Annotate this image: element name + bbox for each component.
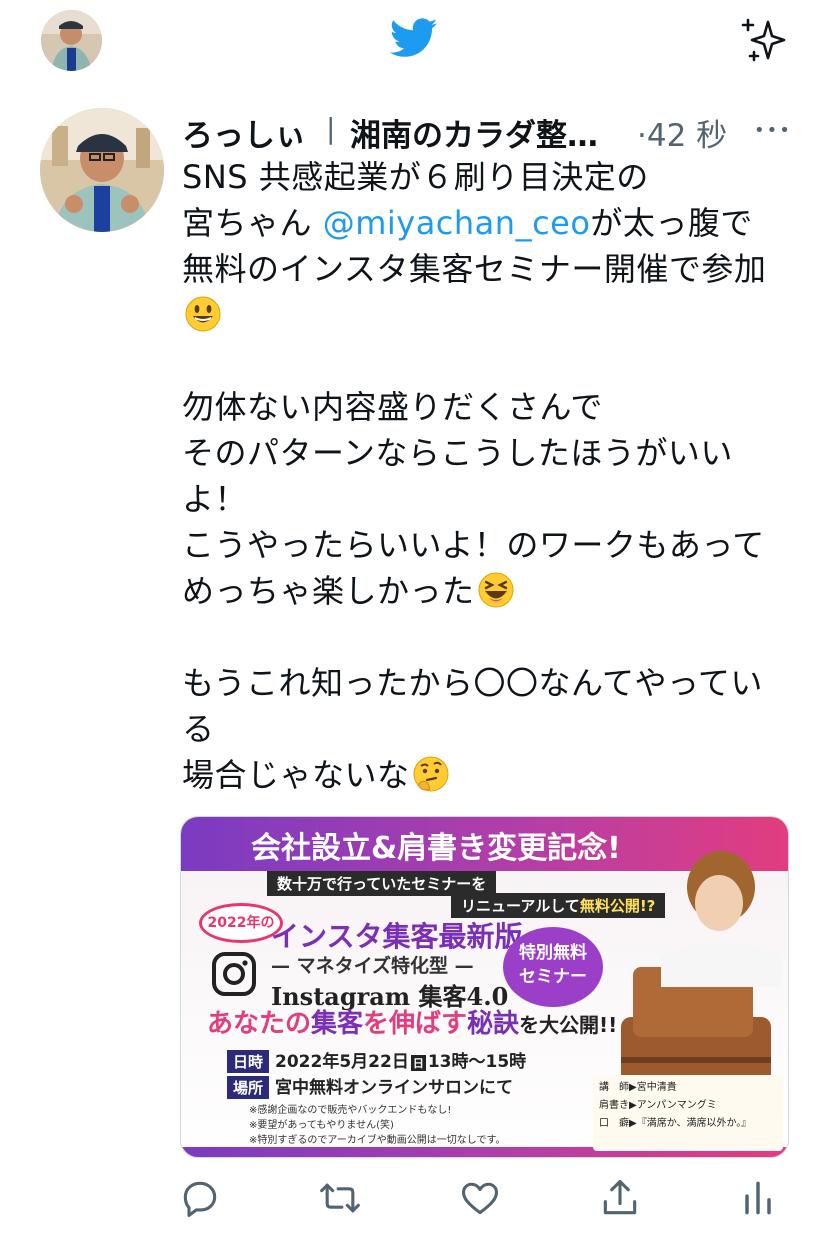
place-value: 宮中無料オンラインサロンにて <box>275 1078 514 1098</box>
laughing-face-emoji-icon <box>478 572 514 608</box>
banner-note: ※要望があってもやりません(笑) <box>249 1120 394 1131</box>
banner-subtitle-2a: リニューアルして <box>461 897 580 915</box>
tweet-line: もうこれ知ったから〇〇なんてやってい <box>182 664 763 702</box>
tweet-line: めっちゃ楽しかった <box>182 568 802 614</box>
like-icon[interactable] <box>458 1176 502 1220</box>
place-tag: 場所 <box>227 1076 270 1099</box>
date-value: 2022年5月22日 <box>275 1052 409 1072</box>
date-time: 13時〜15時 <box>427 1052 527 1072</box>
top-navigation-bar <box>0 0 827 82</box>
analytics-icon[interactable] <box>736 1176 780 1220</box>
catch-part: 集客 <box>311 1009 364 1039</box>
author-photo <box>40 108 164 232</box>
monetize-type-label: — マネタイズ特化型 — <box>271 955 474 977</box>
tweet-line: SNS 共感起業が６刷り目決定の <box>182 158 649 196</box>
tweet-line-part: めっちゃ楽しかった <box>182 572 475 610</box>
tweet-line: そのパターンならこうしたほうがいい <box>182 434 733 472</box>
tweet-line <box>182 292 802 338</box>
banner-note: ※感謝企画なので販売やバックエンドもなし! <box>249 1105 452 1116</box>
share-icon[interactable] <box>598 1176 642 1220</box>
place-row: 場所 宮中無料オンラインサロンにて <box>227 1073 513 1099</box>
catch-part: を伸ばす <box>363 1009 468 1039</box>
profile-avatar-button[interactable] <box>41 10 102 71</box>
tweet-line: る <box>182 710 215 748</box>
banner-subtitle-2b: 無料公開!? <box>579 897 656 915</box>
tweet-line-part: 場合じゃないな <box>182 756 410 794</box>
name-separator: | <box>326 112 336 145</box>
date-day: 日 <box>410 1055 426 1071</box>
retweet-icon[interactable] <box>318 1176 362 1220</box>
reply-icon[interactable] <box>178 1176 222 1220</box>
tweet-line: 場合じゃないな <box>182 752 802 798</box>
tweet-line-part: 宮ちゃん <box>182 204 323 242</box>
avatar-photo <box>41 10 102 71</box>
tweet-header: ろっしぃ | 湘南のカラダ整… ·42 秒 ••• <box>182 104 802 154</box>
time-value: 42 秒 <box>646 118 728 154</box>
tweet-line: 宮ちゃん @miyachan_ceoが太っ腹で <box>182 200 802 246</box>
more-options-icon[interactable]: ••• <box>754 120 792 141</box>
mention-link[interactable]: @miyachan_ceo <box>323 204 591 242</box>
badge-line-2: セミナー <box>519 967 587 987</box>
tweet-action-bar <box>0 1168 827 1228</box>
tweet-author-avatar[interactable] <box>40 108 164 232</box>
author-name-suffix[interactable]: 湘南のカラダ整… <box>350 110 598 155</box>
sparkle-icon[interactable] <box>738 16 788 62</box>
tweet-line-part: が太っ腹で <box>590 204 753 242</box>
time-dot: · <box>637 118 647 154</box>
banner-title: 会社設立&肩書き変更記念! <box>251 831 621 866</box>
lecturer-info-box: 講 師▶宮中清貴 肩書き▶アンパンマングミ 口 癖▶『満席か、満席以外か。』 <box>593 1075 783 1151</box>
badge-line-1: 特別無料 <box>519 943 587 963</box>
info-line: 肩書き▶アンパンマングミ <box>599 1100 717 1111</box>
info-line: 講 師▶宮中清貴 <box>599 1082 677 1093</box>
banner-headline: インスタ集客最新版 <box>271 920 523 953</box>
author-name-main: ろっしぃ <box>182 118 306 154</box>
tweet-line: 無料のインスタ集客セミナー開催で参加 <box>182 250 767 288</box>
free-seminar-badge: 特別無料 セミナー <box>503 927 603 1007</box>
instagram-icon <box>212 952 256 996</box>
tweet-time[interactable]: ·42 秒 <box>637 110 727 155</box>
tweet-text: SNS 共感起業が６刷り目決定の 宮ちゃん @miyachan_ceoが太っ腹で… <box>182 154 802 798</box>
banner-note: ※特別すぎるのでアーカイブや動画公開は一切なしです。 <box>249 1135 506 1146</box>
twitter-bird-icon[interactable] <box>386 14 442 62</box>
tweet-line: 勿体ない内容盛りだくさんで <box>182 388 603 426</box>
catch-part: 秘訣 <box>467 1009 520 1039</box>
date-row: 日時 2022年5月22日日 13時〜15時 <box>227 1047 526 1073</box>
tweet-line: よ！ <box>182 480 248 518</box>
banner-catchphrase: あなたの集客を伸ばす秘訣を大公開!! <box>207 1003 617 1040</box>
catch-part: あなたの <box>207 1009 312 1039</box>
grinning-face-emoji-icon <box>185 296 221 332</box>
thinking-face-emoji-icon <box>413 756 449 792</box>
info-line: 口 癖▶『満席か、満席以外か。』 <box>599 1118 752 1129</box>
tweet-line: こうやったらいいよ！のワークもあって <box>182 526 765 564</box>
author-name[interactable]: ろっしぃ <box>182 110 306 155</box>
date-tag: 日時 <box>227 1050 270 1073</box>
catch-part: を大公開!! <box>519 1013 618 1037</box>
tweet-media-image[interactable]: 会社設立&肩書き変更記念! 数十万で行っていたセミナーを リニューアルして無料公… <box>180 816 789 1158</box>
